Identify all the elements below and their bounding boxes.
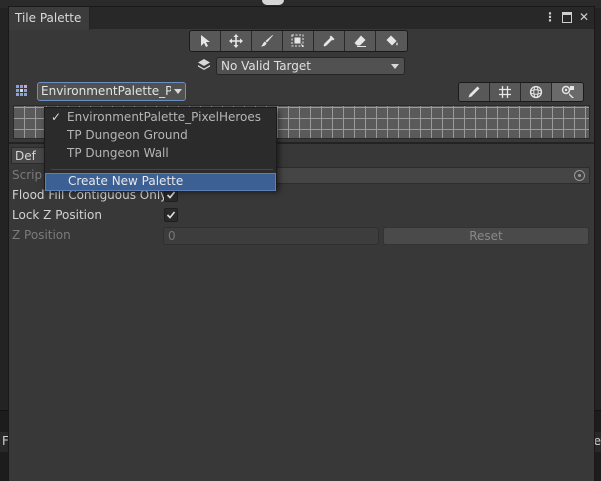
picker-icon	[323, 35, 335, 47]
palette-view-toolbar	[458, 82, 584, 102]
menu-item-palette[interactable]: TP Dungeon Wall	[45, 145, 276, 163]
tile-settings-button[interactable]	[552, 83, 583, 101]
active-target-value: No Valid Target	[221, 59, 311, 73]
brush-tool-button[interactable]	[252, 31, 283, 51]
tile-settings-icon	[561, 85, 574, 98]
palette-dropdown[interactable]: EnvironmentPalette_PixelHeroes	[37, 82, 186, 101]
menu-item-palette[interactable]: ✓ EnvironmentPalette_PixelHeroes	[45, 109, 276, 127]
fill-icon	[386, 35, 398, 46]
window-controls: ⋮ ✕	[544, 10, 590, 24]
menu-item-label: TP Dungeon Wall	[67, 146, 169, 160]
active-target-dropdown[interactable]: No Valid Target	[216, 57, 405, 75]
tile-palette-icon	[16, 85, 27, 96]
checkmark-icon	[166, 211, 176, 219]
gizmo-sphere-icon	[529, 85, 543, 99]
lock-z-checkbox[interactable]	[164, 208, 178, 222]
reset-button[interactable]: Reset	[383, 227, 589, 245]
tab-tile-palette[interactable]: Tile Palette	[9, 7, 90, 30]
object-picker-icon[interactable]	[574, 170, 585, 181]
menu-separator	[51, 169, 273, 170]
lock-z-row: Lock Z Position	[9, 207, 594, 225]
z-position-input[interactable]: 0	[163, 227, 379, 245]
background-logo-shape	[262, 0, 284, 5]
lock-z-label: Lock Z Position	[12, 208, 102, 222]
box-fill-icon	[291, 34, 304, 47]
checkmark-icon	[166, 191, 176, 199]
menu-item-label: EnvironmentPalette_PixelHeroes	[67, 110, 261, 124]
eraser-tool-button[interactable]	[345, 31, 376, 51]
menu-item-label: TP Dungeon Ground	[67, 128, 188, 142]
check-icon: ✓	[51, 110, 62, 124]
menu-item-palette[interactable]: TP Dungeon Ground	[45, 127, 276, 145]
more-options-icon[interactable]: ⋮	[544, 10, 556, 24]
brush-select-label: Def	[15, 149, 36, 163]
z-position-value: 0	[168, 229, 176, 243]
z-position-label: Z Position	[12, 228, 71, 242]
picker-tool-button[interactable]	[314, 31, 345, 51]
pencil-icon	[468, 86, 480, 98]
palette-dropdown-value: EnvironmentPalette_PixelHeroes	[41, 84, 185, 98]
palette-dropdown-menu: ✓ EnvironmentPalette_PixelHeroes TP Dung…	[44, 107, 277, 191]
painting-toolbar	[189, 30, 408, 52]
menu-item-label: Create New Palette	[68, 174, 184, 188]
z-position-row: Z Position 0 Reset	[9, 227, 594, 245]
brush-icon	[261, 35, 273, 47]
move-icon	[229, 34, 243, 48]
close-icon[interactable]: ✕	[578, 10, 590, 24]
script-label: Scrip	[12, 168, 43, 182]
window-titlebar: Tile Palette ⋮ ✕	[9, 7, 594, 30]
move-tool-button[interactable]	[221, 31, 252, 51]
eraser-icon	[354, 35, 366, 47]
menu-item-create-new-palette[interactable]: Create New Palette	[45, 173, 276, 191]
select-icon	[201, 35, 210, 47]
tile-palette-window: Tile Palette ⋮ ✕ No Valid Target Environ…	[8, 6, 595, 481]
reset-label: Reset	[469, 229, 503, 243]
grid-icon	[499, 86, 511, 98]
chevron-down-icon	[391, 64, 399, 69]
gizmos-button[interactable]	[521, 83, 552, 101]
edit-palette-button[interactable]	[459, 83, 490, 101]
toggle-grid-button[interactable]	[490, 83, 521, 101]
fill-tool-button[interactable]	[376, 31, 407, 51]
chevron-down-icon	[174, 89, 182, 94]
box-fill-tool-button[interactable]	[283, 31, 314, 51]
select-tool-button[interactable]	[190, 31, 221, 51]
layers-icon	[198, 59, 210, 70]
tab-label: Tile Palette	[15, 11, 82, 25]
maximize-icon[interactable]	[562, 11, 572, 23]
